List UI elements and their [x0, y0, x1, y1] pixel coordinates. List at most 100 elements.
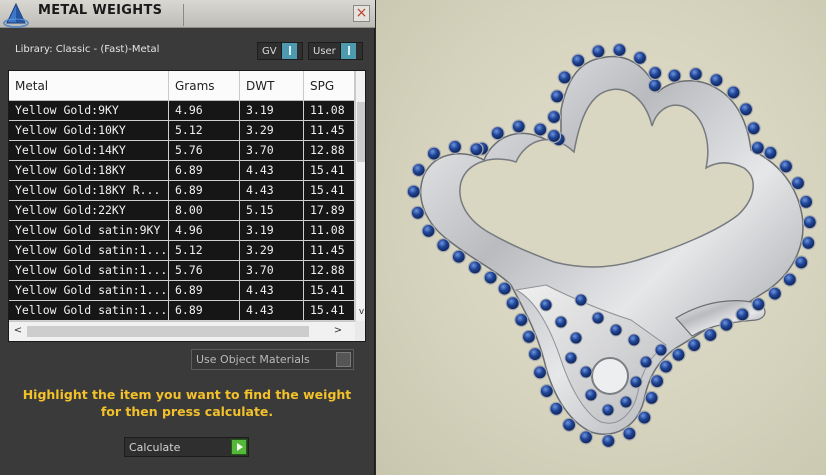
cell-dwt: 3.19 [240, 101, 304, 120]
table-row[interactable]: Yellow Gold satin:1... 5.76 3.70 12.88 [9, 261, 355, 281]
cell-metal: Yellow Gold satin:1... [9, 301, 169, 320]
cell-spg: 15.41 [304, 181, 355, 200]
user-toggle[interactable]: User [308, 42, 363, 60]
sapphire-gem [505, 296, 520, 311]
sapphire-gem [539, 384, 554, 399]
sapphire-gem [579, 365, 593, 379]
cell-spg: 12.88 [304, 261, 355, 280]
sapphire-gem [632, 50, 648, 66]
cell-grams: 6.89 [169, 301, 240, 320]
gv-toggle-switch-icon[interactable] [280, 43, 297, 59]
cell-grams: 5.12 [169, 241, 240, 260]
user-toggle-switch-icon[interactable] [339, 43, 356, 59]
use-object-materials-switch-icon[interactable] [336, 352, 351, 367]
gv-toggle-label: GV [262, 45, 277, 57]
sapphire-gem [497, 281, 512, 296]
sapphire-gem [571, 53, 586, 68]
table-row[interactable]: Yellow Gold:18KY 6.89 4.43 15.41 [9, 161, 355, 181]
sapphire-gem [639, 355, 653, 369]
cell-metal: Yellow Gold:18KY R... [9, 181, 169, 200]
scroll-down-arrow-icon[interactable]: v [356, 305, 365, 319]
scroll-left-arrow-icon[interactable]: < [11, 324, 25, 338]
sapphire-gem [601, 433, 616, 449]
column-header-metal[interactable]: Metal [9, 71, 169, 101]
calculate-button[interactable]: Calculate [124, 437, 249, 457]
sapphire-gem [591, 44, 606, 59]
cell-spg: 17.89 [304, 201, 355, 220]
instruction-text: Highlight the item you want to find the … [14, 386, 360, 420]
sapphire-gem [483, 270, 498, 285]
sapphire-gem [790, 176, 806, 191]
pyramid-logo-icon [3, 2, 29, 28]
cell-dwt: 4.43 [240, 181, 304, 200]
sapphire-gem [644, 390, 659, 405]
column-header-grams[interactable]: Grams [169, 71, 240, 101]
title-bar: METAL WEIGHTS × [0, 0, 375, 28]
table-header: Metal Grams DWT SPG [9, 71, 355, 101]
sapphire-gem [511, 119, 526, 134]
sapphire-gem [647, 78, 662, 93]
3d-viewport[interactable] [376, 0, 826, 475]
cell-metal: Yellow Gold satin:1... [9, 281, 169, 300]
cell-grams: 4.96 [169, 101, 240, 120]
sapphire-gem [654, 343, 668, 357]
table-row[interactable]: Yellow Gold satin:1... 6.89 4.43 15.41 [9, 301, 355, 321]
table-row[interactable]: Yellow Gold:18KY R... 6.89 4.43 15.41 [9, 181, 355, 201]
play-arrow-icon[interactable] [231, 439, 247, 455]
table-row[interactable]: Yellow Gold satin:9KY 4.96 3.19 11.08 [9, 221, 355, 241]
sapphire-gem [564, 351, 578, 365]
cell-grams: 6.89 [169, 181, 240, 200]
cell-grams: 5.12 [169, 121, 240, 140]
column-header-spg[interactable]: SPG [304, 71, 355, 101]
sapphire-gem [554, 315, 568, 329]
sapphire-gem [584, 388, 598, 402]
instruction-line-1: Highlight the item you want to find the … [22, 387, 352, 402]
window-title: METAL WEIGHTS [38, 3, 163, 18]
horizontal-scrollbar[interactable]: < > [9, 321, 355, 341]
table-row[interactable]: Yellow Gold:9KY 4.96 3.19 11.08 [9, 101, 355, 121]
cell-dwt: 5.15 [240, 201, 304, 220]
table-row[interactable]: Yellow Gold:22KY 8.00 5.15 17.89 [9, 201, 355, 221]
use-object-materials-label: Use Object Materials [196, 353, 310, 366]
table-row[interactable]: Yellow Gold:14KY 5.76 3.70 12.88 [9, 141, 355, 161]
library-label: Library: Classic - (Fast)-Metal [15, 44, 160, 55]
cell-spg: 11.45 [304, 241, 355, 260]
sapphire-gem [562, 417, 577, 432]
sapphire-gem [514, 312, 529, 327]
instruction-line-2: for then press calculate. [100, 404, 274, 419]
sapphire-gem [546, 128, 562, 144]
cell-grams: 6.89 [169, 161, 240, 180]
vertical-scrollbar[interactable]: v [355, 71, 365, 321]
sapphire-gem [601, 403, 615, 417]
table-row[interactable]: Yellow Gold satin:1... 6.89 4.43 15.41 [9, 281, 355, 301]
gv-toggle[interactable]: GV [257, 42, 303, 60]
close-icon[interactable]: × [353, 5, 370, 22]
table-row[interactable]: Yellow Gold:10KY 5.12 3.29 11.45 [9, 121, 355, 141]
sapphire-gem [532, 365, 548, 380]
column-header-dwt[interactable]: DWT [240, 71, 304, 101]
sapphire-gem [637, 410, 652, 425]
sapphire-gem [627, 333, 641, 347]
vertical-scroll-thumb[interactable] [357, 102, 365, 162]
sapphire-gem [469, 142, 484, 157]
metal-table: Metal Grams DWT SPG Yellow Gold:9KY 4.96 3… [8, 70, 366, 342]
sapphire-gem [612, 42, 627, 58]
calculate-label: Calculate [129, 441, 181, 454]
horizontal-scroll-thumb[interactable] [27, 326, 309, 337]
sapphire-gem [658, 359, 674, 374]
flower-heart-pendant-render [406, 42, 817, 449]
sapphire-gem [451, 249, 466, 264]
use-object-materials-toggle[interactable]: Use Object Materials [191, 349, 354, 370]
sapphire-gem [629, 375, 643, 389]
cell-metal: Yellow Gold satin:1... [9, 261, 169, 280]
scroll-right-arrow-icon[interactable]: > [331, 324, 345, 338]
sapphire-gem [622, 426, 637, 441]
cell-metal: Yellow Gold satin:9KY [9, 221, 169, 240]
table-row[interactable]: Yellow Gold satin:1... 5.12 3.29 11.45 [9, 241, 355, 261]
sapphire-gem [411, 162, 426, 178]
cell-dwt: 4.43 [240, 281, 304, 300]
sapphire-gem [648, 65, 663, 81]
sapphire-gem [549, 401, 564, 416]
sapphire-gem [557, 70, 572, 85]
sapphire-gem [569, 331, 583, 345]
